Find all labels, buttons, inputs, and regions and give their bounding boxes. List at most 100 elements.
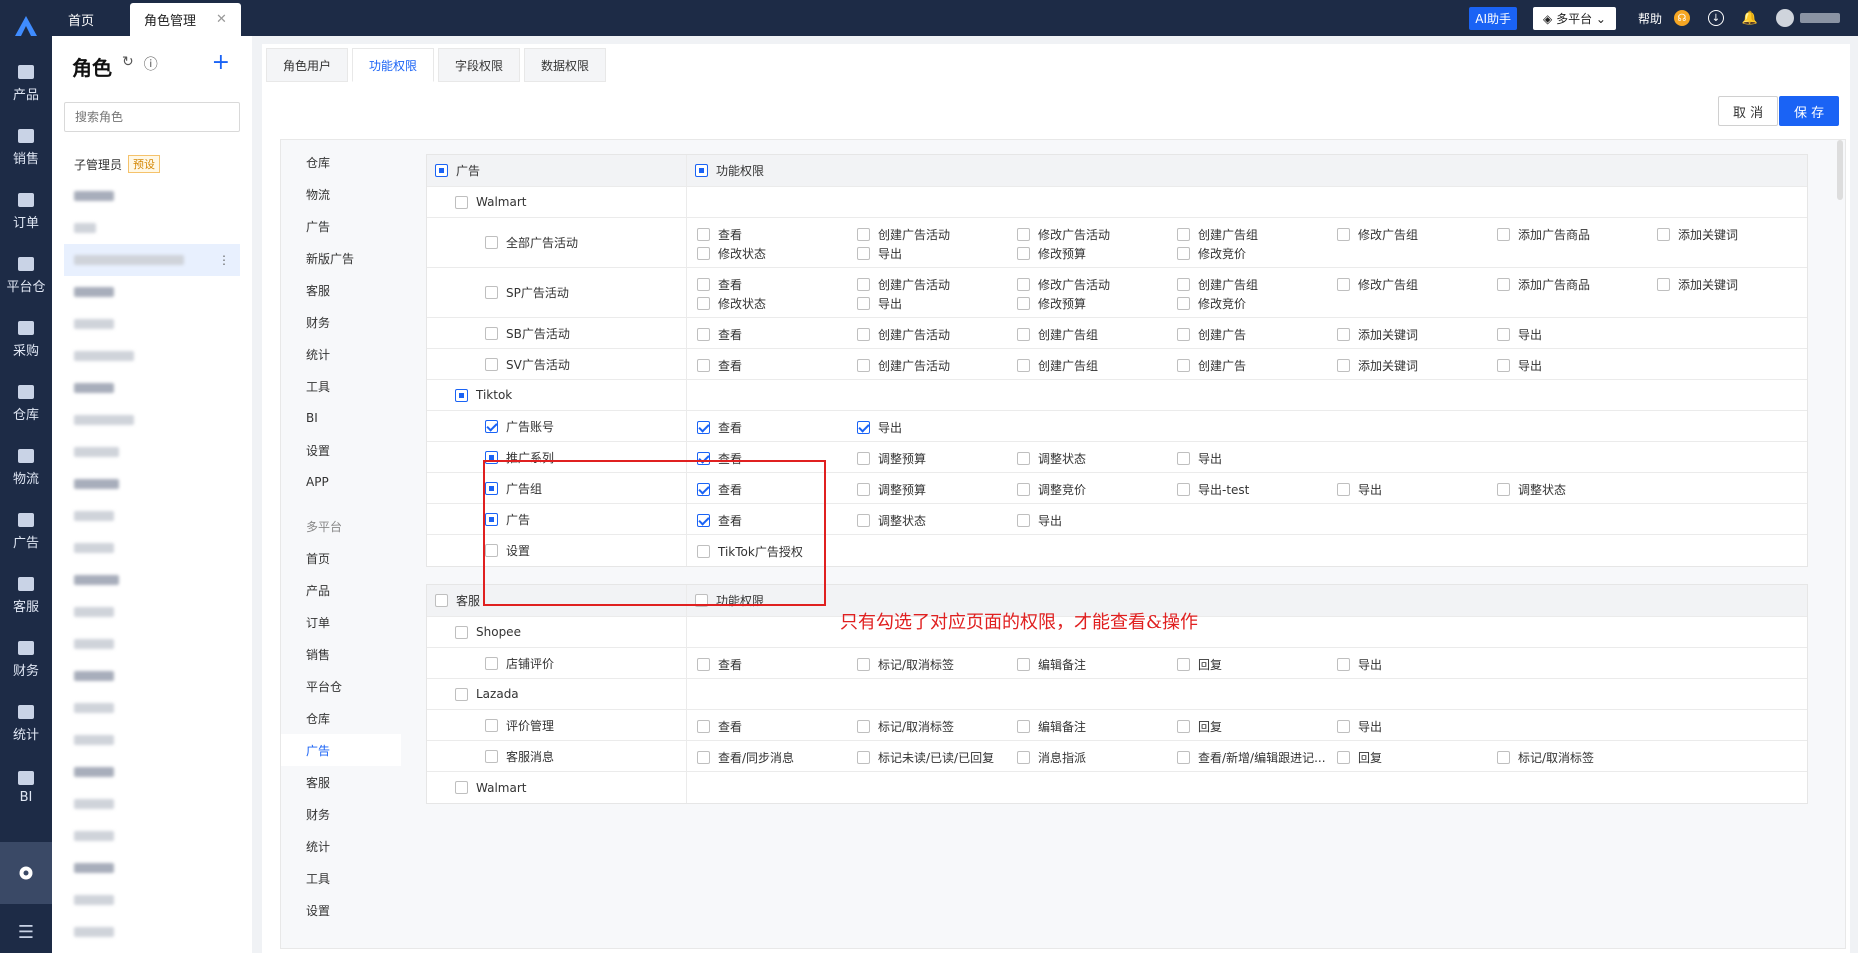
permission-option[interactable]: 修改状态 <box>697 245 766 262</box>
headset-icon[interactable]: ☊ <box>1674 10 1690 26</box>
permission-option[interactable]: 调整预算 <box>857 450 926 467</box>
checkbox[interactable] <box>1017 278 1030 291</box>
nav-item[interactable]: 订单 <box>0 180 52 244</box>
checkbox[interactable] <box>697 720 710 733</box>
help-link[interactable]: 帮助 <box>1638 10 1662 27</box>
permission-option[interactable]: 修改竞价 <box>1177 295 1246 312</box>
permission-option[interactable]: 添加关键词 <box>1337 357 1418 374</box>
category-item[interactable]: 财务 <box>281 306 401 338</box>
nav-item[interactable]: 采购 <box>0 308 52 372</box>
nav-item[interactable]: 销售 <box>0 116 52 180</box>
category-item[interactable]: 财务 <box>281 798 401 830</box>
permission-option[interactable]: 修改预算 <box>1017 245 1086 262</box>
role-item[interactable] <box>64 756 240 788</box>
checkbox[interactable] <box>1337 359 1350 372</box>
checkbox[interactable] <box>1337 278 1350 291</box>
checkbox[interactable] <box>1017 658 1030 671</box>
checkbox[interactable] <box>1337 751 1350 764</box>
settings-nav-active[interactable] <box>0 842 52 904</box>
category-item[interactable]: 设置 <box>281 434 401 466</box>
checkbox[interactable] <box>485 718 498 732</box>
checkbox[interactable] <box>1017 359 1030 372</box>
permission-option[interactable]: 导出 <box>857 245 902 262</box>
permission-option[interactable]: 修改广告组 <box>1337 226 1418 243</box>
permission-option[interactable]: 添加广告商品 <box>1497 276 1590 293</box>
checkbox[interactable] <box>1337 328 1350 341</box>
checkbox[interactable] <box>1497 359 1510 372</box>
role-item[interactable] <box>64 340 240 372</box>
role-item[interactable] <box>64 212 240 244</box>
category-item[interactable]: 销售 <box>281 638 401 670</box>
cancel-button[interactable]: 取 消 <box>1718 96 1779 126</box>
permission-option[interactable]: 查看 <box>697 419 742 436</box>
nav-item[interactable]: 物流 <box>0 436 52 500</box>
permission-option[interactable]: 创建广告 <box>1177 357 1246 374</box>
permission-option[interactable]: 创建广告活动 <box>857 226 950 243</box>
permission-option[interactable]: 导出 <box>857 295 902 312</box>
checkbox[interactable] <box>857 751 870 764</box>
checkbox[interactable] <box>857 247 870 260</box>
nav-item[interactable]: 产品 <box>0 52 52 116</box>
permission-row-label[interactable]: SB广告活动 <box>427 318 687 348</box>
permission-option[interactable]: 回复 <box>1177 656 1222 673</box>
checkbox[interactable] <box>1017 247 1030 260</box>
category-item[interactable]: 订单 <box>281 606 401 638</box>
permission-option[interactable]: 导出 <box>1337 656 1382 673</box>
permission-option[interactable]: 创建广告组 <box>1017 326 1098 343</box>
checkbox[interactable] <box>857 278 870 291</box>
permission-option[interactable]: 创建广告活动 <box>857 326 950 343</box>
permission-option[interactable]: 导出 <box>1337 481 1382 498</box>
subtab[interactable]: 字段权限 <box>438 48 521 82</box>
checkbox[interactable] <box>695 164 708 177</box>
permission-row-label[interactable]: SV广告活动 <box>427 349 687 379</box>
permission-option[interactable]: 编辑备注 <box>1017 656 1086 673</box>
permission-row-label[interactable]: Lazada <box>427 679 687 709</box>
refresh-icon[interactable]: ↻ <box>122 54 134 74</box>
platform-select[interactable]: ◈ 多平台 ⌄ <box>1533 6 1616 30</box>
checkbox[interactable] <box>1497 751 1510 764</box>
bell-icon[interactable]: 🔔 <box>1742 10 1758 26</box>
checkbox[interactable] <box>485 656 498 670</box>
role-item[interactable] <box>64 596 240 628</box>
checkbox[interactable] <box>697 751 710 764</box>
category-item[interactable]: 客服 <box>281 766 401 798</box>
checkbox[interactable] <box>1017 297 1030 310</box>
checkbox[interactable] <box>697 278 710 291</box>
permission-option[interactable]: 标记/取消标签 <box>857 656 954 673</box>
permission-option[interactable]: 修改状态 <box>697 295 766 312</box>
checkbox[interactable] <box>455 388 468 402</box>
category-item[interactable]: 客服 <box>281 274 401 306</box>
checkbox[interactable] <box>485 419 498 433</box>
role-item[interactable] <box>64 852 240 884</box>
permission-option[interactable]: 导出 <box>1177 450 1222 467</box>
checkbox[interactable] <box>435 594 448 607</box>
permission-option[interactable]: 修改广告组 <box>1337 276 1418 293</box>
checkbox[interactable] <box>1017 751 1030 764</box>
checkbox[interactable] <box>1497 228 1510 241</box>
permission-row-label[interactable]: 客服消息 <box>427 741 687 771</box>
checkbox[interactable] <box>857 452 870 465</box>
permission-option[interactable]: 查看 <box>697 326 742 343</box>
checkbox[interactable] <box>857 359 870 372</box>
checkbox[interactable] <box>1177 328 1190 341</box>
category-item[interactable]: 物流 <box>281 178 401 210</box>
category-item[interactable]: 广告 <box>281 210 401 242</box>
close-icon[interactable]: ✕ <box>216 12 227 27</box>
nav-item[interactable]: 平台仓 <box>0 244 52 308</box>
checkbox[interactable] <box>1657 228 1670 241</box>
permission-option[interactable]: 查看 <box>697 226 742 243</box>
checkbox[interactable] <box>697 297 710 310</box>
role-item[interactable] <box>64 692 240 724</box>
category-item[interactable]: 新版广告 <box>281 242 401 274</box>
permission-option[interactable]: 导出 <box>1017 512 1062 529</box>
checkbox[interactable] <box>455 625 468 639</box>
permission-option[interactable]: 创建广告 <box>1177 326 1246 343</box>
checkbox[interactable] <box>485 326 498 340</box>
permission-option[interactable]: 回复 <box>1337 749 1382 766</box>
checkbox[interactable] <box>1337 720 1350 733</box>
category-item[interactable]: 工具 <box>281 370 401 402</box>
checkbox[interactable] <box>697 421 710 434</box>
role-item[interactable] <box>64 372 240 404</box>
checkbox[interactable] <box>1337 658 1350 671</box>
role-item[interactable] <box>64 308 240 340</box>
